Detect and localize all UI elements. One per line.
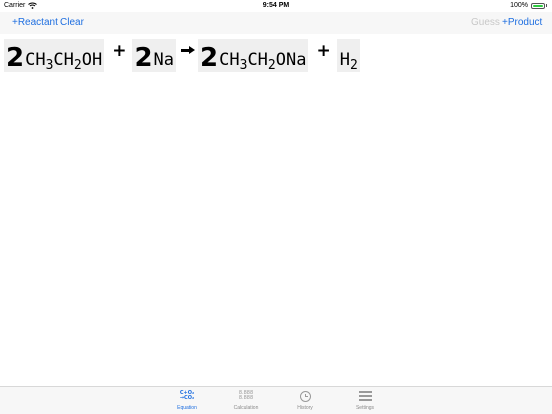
chemical-equation: 2 CH3CH2OH + 2 Na 2 CH3CH2ONa + H2 [4, 36, 362, 72]
menu-icon [335, 389, 395, 403]
plus-sign: + [112, 41, 127, 61]
tab-label: Settings [355, 405, 375, 411]
product-term[interactable]: H2 [336, 39, 360, 73]
equation-icon: C+O₂ →CO₂ [179, 390, 195, 401]
toolbar: +Reactant Clear Guess +Product [0, 12, 552, 34]
tab-label: Equation [177, 405, 197, 411]
calculation-icon: 8.888 8.888 [238, 390, 254, 401]
status-bar: Carrier 9:54 PM 100% [0, 0, 552, 12]
tab-label: History [297, 405, 313, 411]
status-right: 100% [510, 2, 547, 9]
plus-sign: + [316, 41, 331, 61]
add-product-button[interactable]: +Product [502, 17, 542, 28]
term-formula: CH3CH2OH [25, 50, 103, 73]
term-coefficient: 2 [6, 43, 25, 73]
clock-icon [275, 389, 335, 403]
term-formula: CH3CH2ONa [219, 50, 307, 73]
tab-bar: C+O₂ →CO₂ Equation 8.888 8.888 Calculation… [0, 386, 552, 414]
product-term[interactable]: 2 CH3CH2ONa [198, 39, 309, 73]
tab-label: Calculation [233, 405, 259, 411]
tab-equation[interactable]: C+O₂ →CO₂ Equation [157, 389, 217, 412]
reaction-arrow-icon [181, 46, 196, 54]
term-formula: Na [153, 50, 175, 70]
guess-button[interactable]: Guess [471, 17, 500, 28]
term-coefficient: 2 [134, 43, 153, 73]
reactant-term[interactable]: 2 Na [132, 39, 177, 73]
tab-settings[interactable]: Settings [335, 389, 395, 411]
battery-percent: 100% [510, 2, 528, 9]
status-time: 9:54 PM [262, 2, 290, 9]
battery-tip [546, 4, 547, 7]
tab-calculation[interactable]: 8.888 8.888 Calculation [216, 389, 276, 412]
clear-button[interactable]: Clear [60, 17, 84, 28]
reactant-term[interactable]: 2 CH3CH2OH [4, 39, 105, 73]
term-coefficient: 2 [200, 43, 219, 73]
tab-history[interactable]: History [275, 389, 335, 411]
add-reactant-button[interactable]: +Reactant [12, 17, 58, 28]
battery-icon [531, 2, 545, 9]
term-formula: H2 [339, 50, 358, 73]
